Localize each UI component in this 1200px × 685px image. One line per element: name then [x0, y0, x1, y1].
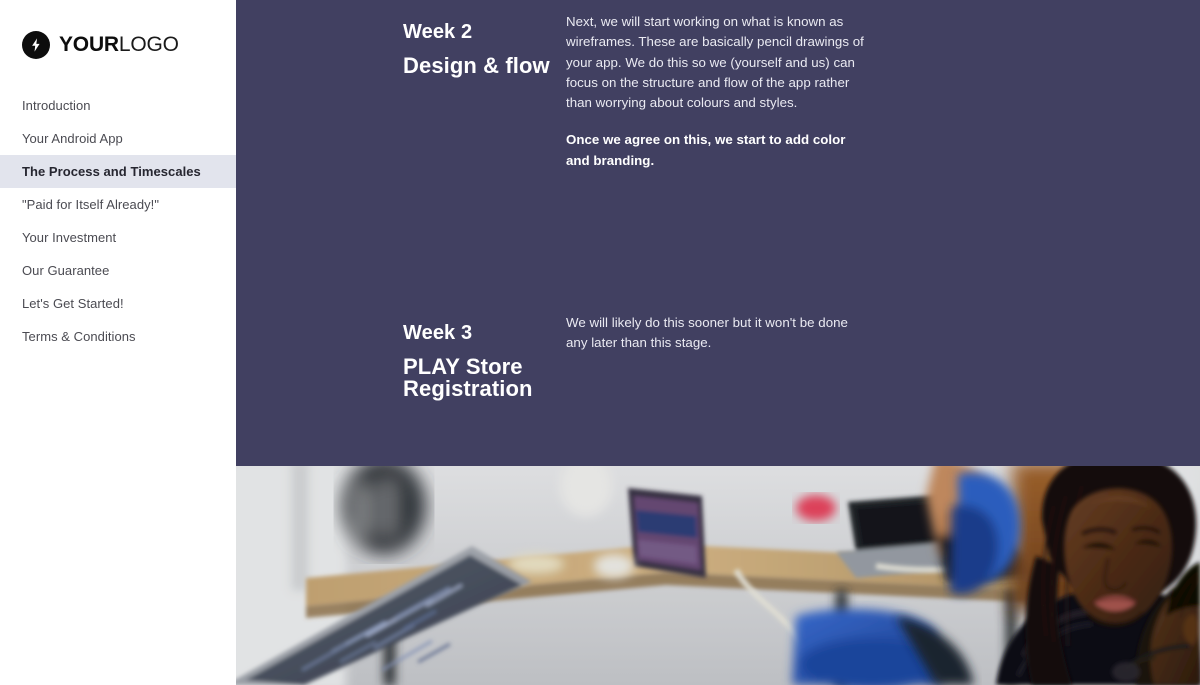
section-kicker: Week 3	[403, 322, 473, 344]
sidebar-item-label: Your Investment	[22, 230, 117, 245]
logo[interactable]: YOURLOGO	[0, 0, 236, 60]
sidebar-item-label: Our Guarantee	[22, 263, 110, 278]
section-heading-group: Week 3 PLAY Store Registration	[236, 313, 566, 400]
sidebar-item-introduction[interactable]: Introduction	[0, 89, 236, 122]
section-kicker: Week 2	[403, 21, 473, 43]
logo-text-bold: YOUR	[59, 33, 119, 56]
timeline-section-week-3: Week 3 PLAY Store Registration We will l…	[236, 313, 1200, 400]
logo-text: YOURLOGO	[59, 34, 179, 55]
section-title: PLAY Store Registration	[403, 354, 533, 401]
sidebar-item-your-investment[interactable]: Your Investment	[0, 221, 236, 254]
section-body-group: We will likely do this sooner but it won…	[566, 313, 1066, 400]
presentation-page: YOURLOGO Introduction Your Android App T…	[0, 0, 1200, 685]
sidebar-item-label: "Paid for Itself Already!"	[22, 197, 159, 212]
section-body-text: We will likely do this sooner but it won…	[566, 315, 848, 351]
sidebar-item-lets-get-started[interactable]: Let's Get Started!	[0, 287, 236, 320]
sidebar-item-the-process-and-timescales[interactable]: The Process and Timescales	[0, 155, 236, 188]
main-content: Week 2 Design & flow Next, we will start…	[236, 0, 1200, 685]
timeline-section-week-2: Week 2 Design & flow Next, we will start…	[236, 12, 1200, 171]
sidebar-item-label: Terms & Conditions	[22, 329, 136, 344]
sidebar-item-label: Introduction	[22, 98, 91, 113]
sidebar-item-your-android-app[interactable]: Your Android App	[0, 122, 236, 155]
sidebar-item-our-guarantee[interactable]: Our Guarantee	[0, 254, 236, 287]
section-title: Design & flow	[403, 53, 550, 78]
lightning-bolt-icon	[22, 30, 50, 59]
sidebar-item-paid-for-itself-already[interactable]: "Paid for Itself Already!"	[0, 188, 236, 221]
logo-text-light: LOGO	[118, 33, 179, 56]
section-body-group: Next, we will start working on what is k…	[566, 12, 1066, 171]
office-collaboration-photo	[236, 466, 1200, 685]
section-body-emphasis: Once we agree on this, we start to add c…	[566, 132, 846, 168]
sidebar-item-label: Let's Get Started!	[22, 296, 124, 311]
section-body-text: Next, we will start working on what is k…	[566, 14, 864, 111]
timeline-panel: Week 2 Design & flow Next, we will start…	[236, 0, 1200, 466]
section-heading-group: Week 2 Design & flow	[236, 12, 566, 171]
sidebar-nav: Introduction Your Android App The Proces…	[0, 89, 236, 353]
sidebar-item-terms-and-conditions[interactable]: Terms & Conditions	[0, 320, 236, 353]
sidebar-item-label: The Process and Timescales	[22, 164, 201, 179]
sidebar-item-label: Your Android App	[22, 131, 123, 146]
sidebar: YOURLOGO Introduction Your Android App T…	[0, 0, 236, 685]
